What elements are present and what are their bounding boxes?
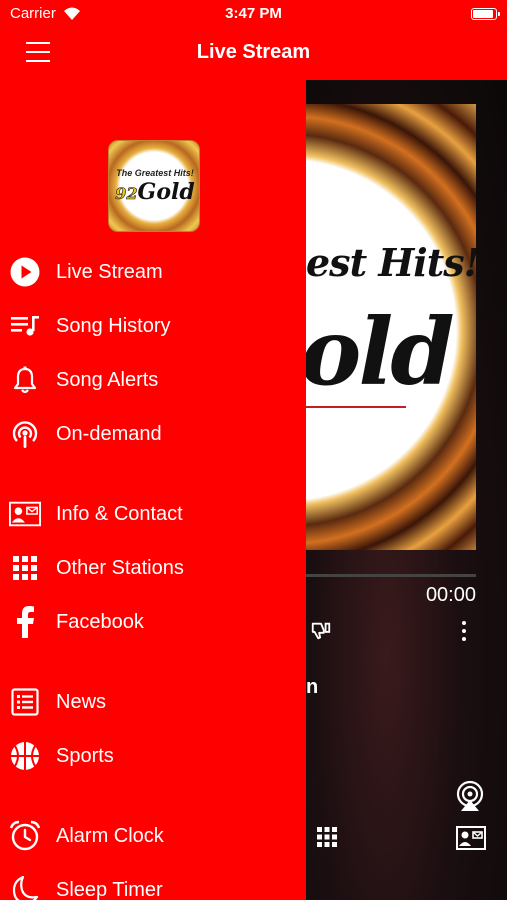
other-stations-icon[interactable] xyxy=(316,826,338,848)
menu-item-label: Song History xyxy=(56,315,171,337)
battery-icon xyxy=(471,8,500,20)
bell-icon xyxy=(9,365,41,395)
moon-icon xyxy=(9,875,41,900)
menu-item-label: On-demand xyxy=(56,423,162,445)
logo-wordmark: 92Gold xyxy=(115,179,195,205)
logo-tagline: The Greatest Hits! xyxy=(116,168,194,178)
news-icon xyxy=(9,687,41,717)
menu-item-label: Song Alerts xyxy=(56,369,159,391)
menu-item-sleep-timer[interactable]: Sleep Timer xyxy=(0,868,306,900)
menu-item-label: Other Stations xyxy=(56,557,184,579)
thumbs-down-icon[interactable] xyxy=(310,620,332,642)
menu-item-facebook[interactable]: Facebook xyxy=(0,600,306,644)
menu-item-label: Facebook xyxy=(56,611,144,633)
menu-item-label: Alarm Clock xyxy=(56,825,164,847)
page-title: Live Stream xyxy=(196,41,311,63)
info-contact-icon[interactable] xyxy=(456,826,486,850)
song-title: n xyxy=(306,676,319,698)
menu-item-news[interactable]: News xyxy=(0,680,306,724)
alarm-clock-icon xyxy=(9,820,41,851)
menu-item-on-demand[interactable]: On-demand xyxy=(0,412,306,456)
clock: 3:47 PM xyxy=(225,5,282,22)
menu-item-song-alerts[interactable]: Song Alerts xyxy=(0,358,306,402)
menu-item-song-history[interactable]: Song History xyxy=(0,304,306,348)
artwork-logo-text: old xyxy=(306,298,455,406)
elapsed-time: 00:00 xyxy=(425,584,476,606)
menu-item-sports[interactable]: Sports xyxy=(0,734,306,778)
menu-item-label: Info & Contact xyxy=(56,503,183,525)
player-area: est Hits! old 00:00 n xyxy=(306,80,507,900)
album-artwork: est Hits! old xyxy=(306,104,476,550)
play-circle-icon xyxy=(9,257,41,287)
artwork-rule xyxy=(306,406,406,408)
playlist-icon xyxy=(9,311,41,341)
top-bar: Carrier 3:47 PM Live Stream xyxy=(0,0,507,80)
podcast-icon xyxy=(9,419,41,449)
facebook-icon xyxy=(9,606,41,638)
menu-item-other-stations[interactable]: Other Stations xyxy=(0,546,306,590)
menu-item-label: Live Stream xyxy=(56,261,163,283)
status-bar: Carrier 3:47 PM xyxy=(0,0,507,28)
side-drawer: The Greatest Hits! 92Gold Live Stream So… xyxy=(0,80,306,900)
menu-item-label: Sleep Timer xyxy=(56,879,163,900)
menu-item-alarm-clock[interactable]: Alarm Clock xyxy=(0,814,306,858)
more-options-icon[interactable] xyxy=(460,620,468,642)
basketball-icon xyxy=(9,741,41,771)
progress-bar[interactable] xyxy=(306,574,476,577)
grid-icon xyxy=(9,553,41,583)
menu-item-label: Sports xyxy=(56,745,114,767)
artwork-tagline: est Hits! xyxy=(306,240,476,285)
station-logo: The Greatest Hits! 92Gold xyxy=(108,140,200,232)
contact-card-icon xyxy=(9,499,41,529)
menu-item-label: News xyxy=(56,691,107,713)
airplay-icon[interactable] xyxy=(454,780,486,812)
menu-item-live-stream[interactable]: Live Stream xyxy=(0,250,306,294)
menu-item-info-contact[interactable]: Info & Contact xyxy=(0,492,306,536)
